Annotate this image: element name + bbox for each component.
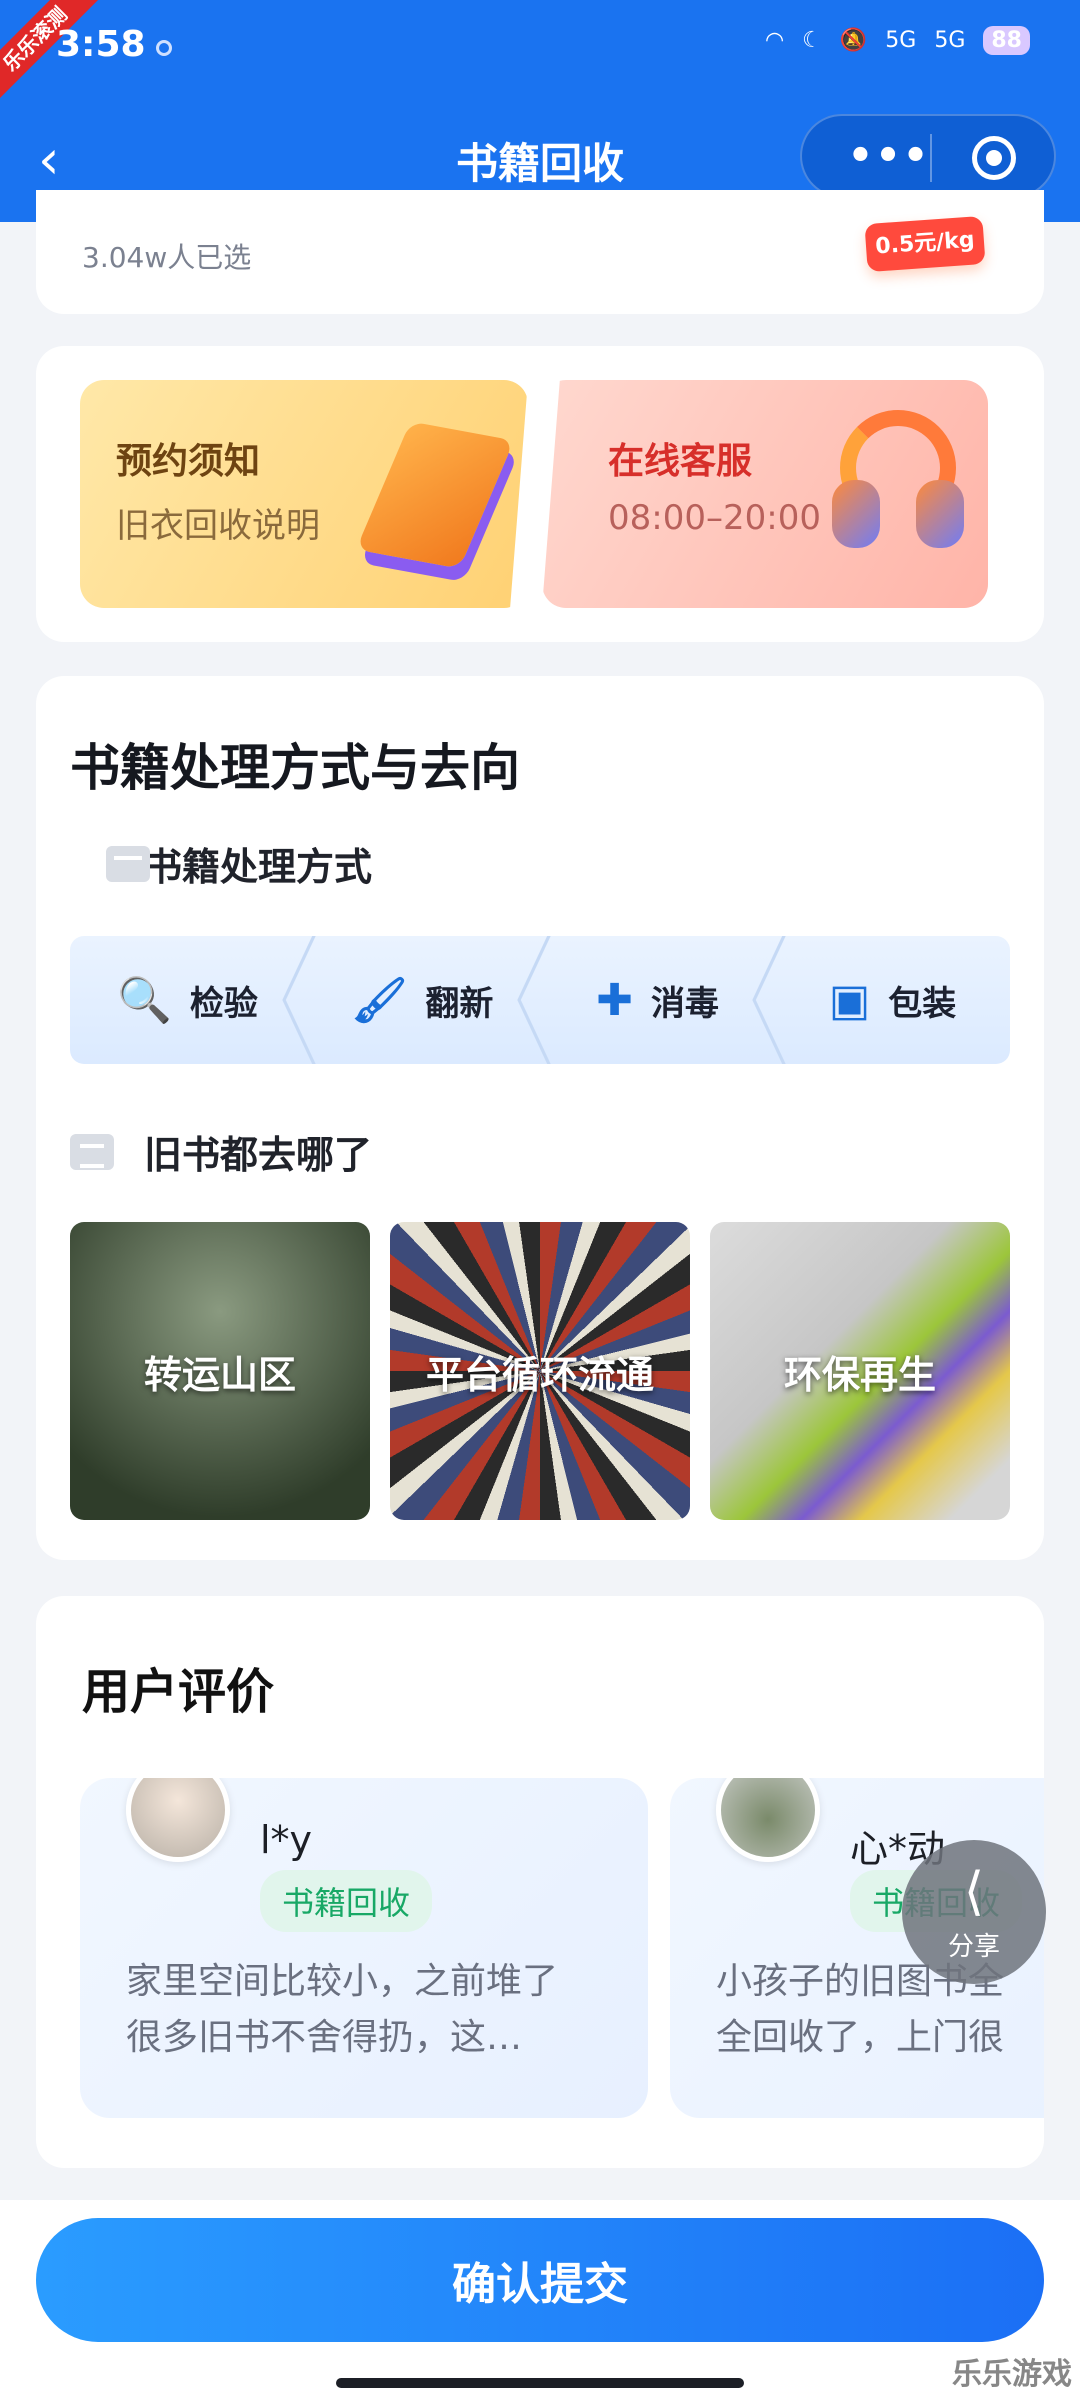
selected-count: 3.04w人已选	[82, 241, 252, 274]
step-package: ▣ 包装	[775, 936, 1010, 1064]
reviews-title: 用户评价	[77, 1652, 279, 1722]
mini-program-capsule: •••	[800, 114, 1056, 198]
watermark: 乐乐游戏	[952, 2357, 1072, 2392]
processing-card: 书籍处理方式与去向 书籍处理方式 🔍 检验 🖌 翻新 ✚ 消毒 ▣ 包装 旧书都…	[36, 676, 1044, 1560]
share-icon: ⟨	[963, 1862, 985, 1922]
avatar	[716, 1778, 820, 1862]
reviewer-name: l*y	[260, 1818, 313, 1862]
notice-title: 预约须知	[116, 441, 261, 482]
wifi-icon: ◠	[764, 28, 785, 53]
review-item[interactable]: l*y 书籍回收 家里空间比较小，之前堆了 很多旧书不舍得扔，这…	[80, 1778, 648, 2118]
step-inspect: 🔍 检验	[70, 936, 319, 1064]
brush-icon: 🖌	[351, 975, 408, 1026]
review-tag: 书籍回收	[260, 1870, 433, 1932]
capsule-divider	[930, 134, 932, 182]
destination-label: 平台循环流通	[425, 1352, 654, 1397]
step-label: 检验	[189, 983, 258, 1024]
review-line: 很多旧书不舍得扔，这…	[126, 2017, 523, 2058]
price-tag: 0.5元/kg	[864, 215, 986, 273]
close-target-icon[interactable]	[972, 136, 1016, 180]
recycle-option-card: 3.04w人已选 0.5元/kg	[36, 190, 1044, 314]
notice-button[interactable]: 预约须知 旧衣回收说明	[80, 380, 528, 608]
step-label: 消毒	[650, 983, 719, 1024]
avatar	[126, 1778, 230, 1862]
signal-5g-icon: 5G	[885, 28, 917, 53]
app-header: 乐乐滚测 3:58 ◠ ☾ 🔕 5G 5G 88 ‹ 书籍回收 •••	[0, 0, 1080, 222]
package-box-icon: ▣	[828, 974, 871, 1026]
destination-circulation: 平台循环流通	[390, 1222, 690, 1520]
more-menu-icon[interactable]: •••	[834, 136, 944, 176]
method-title: 书籍处理方式	[144, 845, 373, 889]
status-icons: ◠ ☾ 🔕 5G 5G 88	[765, 26, 1030, 55]
reviews-carousel[interactable]: l*y 书籍回收 家里空间比较小，之前堆了 很多旧书不舍得扔，这… 心*动 书籍…	[80, 1778, 1044, 2118]
step-label: 包装	[888, 983, 957, 1024]
status-time: 3:58	[56, 24, 146, 65]
bottom-bar: 确认提交	[0, 2200, 1080, 2401]
destination-label: 环保再生	[783, 1352, 936, 1397]
book-icon	[355, 421, 515, 569]
process-steps: 🔍 检验 🖌 翻新 ✚ 消毒 ▣ 包装	[70, 936, 1010, 1064]
section-title: 书籍处理方式与去向	[70, 739, 520, 797]
destination-label: 转运山区	[143, 1352, 296, 1397]
destination-mountain: 转运山区	[70, 1222, 370, 1520]
reviews-card: 用户评价 l*y 书籍回收 家里空间比较小，之前堆了 很多旧书不舍得扔，这… 心…	[36, 1596, 1044, 2168]
step-disinfect: ✚ 消毒	[540, 936, 789, 1064]
service-card: 预约须知 旧衣回收说明 在线客服 08:00–20:00	[36, 346, 1044, 642]
mute-bell-icon: 🔕	[839, 28, 868, 53]
list-icon	[70, 1133, 114, 1170]
location-dot-icon	[156, 40, 172, 56]
card-icon	[106, 845, 150, 882]
service-hours: 08:00–20:00	[608, 498, 821, 538]
disinfect-bottle-icon: ✚	[596, 974, 633, 1026]
where-title: 旧书都去哪了	[144, 1133, 373, 1177]
share-button[interactable]: ⟨ 分享	[902, 1840, 1046, 1984]
review-line: 全回收了，上门很	[716, 2017, 1005, 2058]
customer-service-button[interactable]: 在线客服 08:00–20:00	[542, 380, 988, 608]
notice-subtitle: 旧衣回收说明	[116, 506, 320, 546]
method-heading: 书籍处理方式	[70, 836, 372, 891]
step-label: 翻新	[425, 983, 494, 1024]
headphone-icon	[832, 410, 964, 550]
step-refurbish: 🖌 翻新	[305, 936, 554, 1064]
destination-recycle: 环保再生	[710, 1222, 1010, 1520]
review-text: 家里空间比较小，之前堆了 很多旧书不舍得扔，这…	[126, 1954, 606, 2066]
inspect-document-icon: 🔍	[117, 975, 172, 1026]
review-line: 家里空间比较小，之前堆了	[126, 1961, 559, 2002]
share-label: 分享	[947, 1932, 1000, 1962]
submit-button[interactable]: 确认提交	[36, 2218, 1044, 2342]
status-bar: 乐乐滚测 3:58 ◠ ☾ 🔕 5G 5G 88	[0, 0, 1080, 105]
moon-icon: ☾	[802, 28, 822, 53]
destination-heading: 旧书都去哪了	[70, 1124, 372, 1179]
signal-5g-icon-2: 5G	[934, 28, 966, 53]
battery-icon: 88	[983, 26, 1030, 55]
service-title: 在线客服	[608, 441, 753, 482]
home-indicator[interactable]	[336, 2378, 744, 2388]
